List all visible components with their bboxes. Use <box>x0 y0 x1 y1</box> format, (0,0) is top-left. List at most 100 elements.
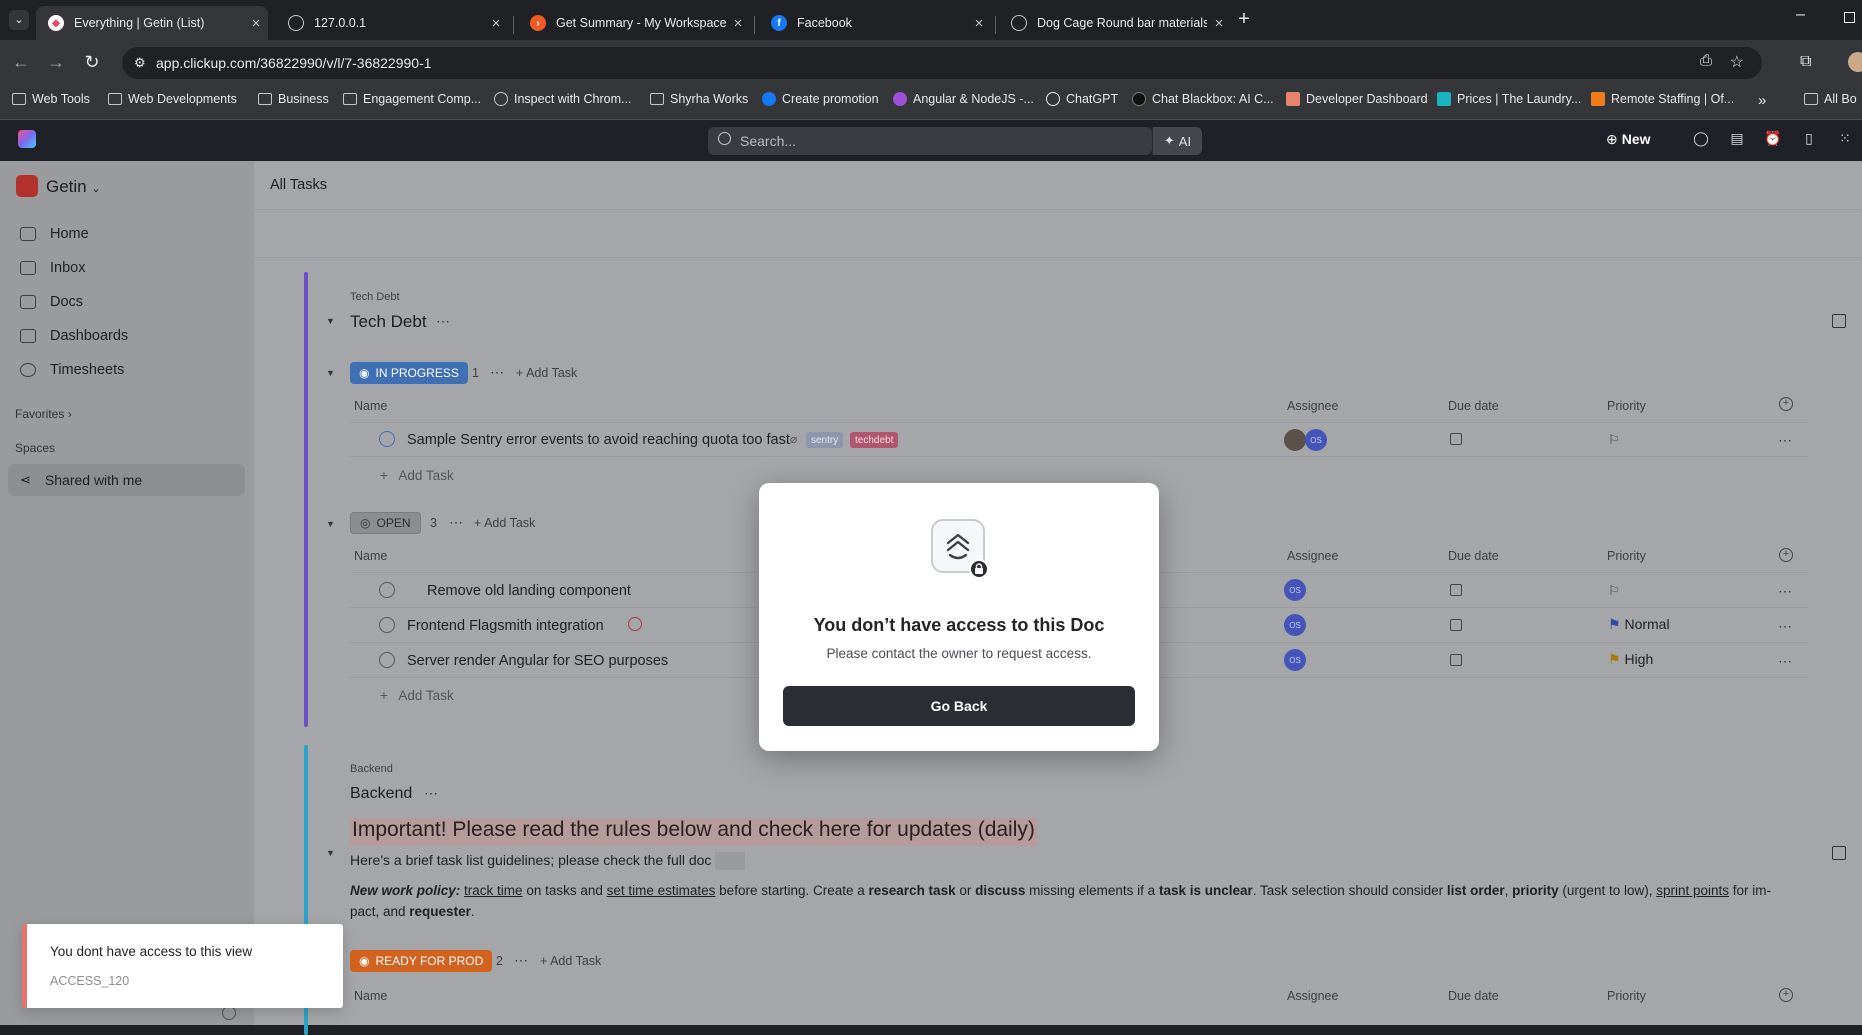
task-name[interactable]: Sample Sentry error events to avoid reac… <box>407 432 790 448</box>
add-task-button[interactable]: + Add Task <box>516 366 577 380</box>
forward-arrow-icon[interactable]: → <box>42 52 70 73</box>
bookmark-star-icon[interactable]: ☆ <box>1730 52 1744 72</box>
restore-window-icon[interactable] <box>1844 12 1855 23</box>
workspace-name[interactable]: Getin ⌄ <box>46 177 101 197</box>
sidebar-item-timesheets[interactable]: Timesheets <box>20 362 124 378</box>
bookmark-link[interactable]: Inspect with Chrom... <box>494 92 631 106</box>
bookmark-link[interactable]: Chat Blackbox: AI C... <box>1132 92 1274 106</box>
priority-normal[interactable]: ⚑ Normal <box>1608 616 1670 633</box>
column-assignee[interactable]: Assignee <box>1287 989 1338 1003</box>
notepad-icon[interactable]: ▤ <box>1728 130 1746 148</box>
task-name[interactable]: Frontend Flagsmith integration <box>407 618 604 634</box>
bookmark-link[interactable]: Remote Staffing | Of... <box>1591 92 1734 106</box>
task-status-icon[interactable] <box>379 652 395 668</box>
doc-link-chip[interactable] <box>715 852 746 871</box>
sidebar-item-shared[interactable]: ⋖ Shared with me <box>8 464 245 496</box>
task-status-icon[interactable] <box>379 582 395 598</box>
task-name[interactable]: Remove old landing component <box>427 583 631 599</box>
task-status-icon[interactable] <box>379 617 395 633</box>
calendar-icon[interactable] <box>1450 619 1462 631</box>
link[interactable]: sprint points <box>1656 883 1729 898</box>
address-bar[interactable]: ⚙ app.clickup.com/36822990/v/l/7-3682299… <box>122 47 1762 79</box>
bookmark-folder[interactable]: All Bo <box>1804 92 1857 106</box>
sidebar-item-inbox[interactable]: Inbox <box>20 260 85 276</box>
browser-tab[interactable]: ◆ Everything | Getin (List) × <box>36 6 268 40</box>
list-title[interactable]: Tech Debt <box>350 312 427 332</box>
bookmark-link[interactable]: Angular & NodeJS -... <box>893 92 1034 106</box>
column-due-date[interactable]: Due date <box>1448 399 1499 413</box>
search-input[interactable]: Search... <box>708 127 1152 155</box>
collapse-arrow-icon[interactable]: ▼ <box>326 519 335 529</box>
extensions-icon[interactable]: ⧉ <box>1800 53 1811 71</box>
list-menu-icon[interactable]: ⋯ <box>436 313 451 330</box>
add-task-button[interactable]: + Add Task <box>474 516 535 530</box>
group-menu-icon[interactable]: ⋯ <box>490 364 505 381</box>
document-icon[interactable]: ▯ <box>1800 130 1818 148</box>
close-tab-icon[interactable]: × <box>244 15 268 32</box>
flag-icon[interactable]: ⚐ <box>1608 583 1620 599</box>
alarm-clock-icon[interactable]: ⏰ <box>1764 130 1782 148</box>
column-due-date[interactable]: Due date <box>1448 549 1499 563</box>
close-tab-icon[interactable]: × <box>1207 15 1231 32</box>
column-name[interactable]: Name <box>354 989 387 1003</box>
bookmark-folder[interactable]: Shyrha Works <box>650 92 748 106</box>
add-task-row[interactable]: + Add Task <box>380 688 454 703</box>
task-menu-icon[interactable]: ⋯ <box>1778 653 1793 670</box>
task-menu-icon[interactable]: ⋯ <box>1778 432 1793 449</box>
clickup-logo-icon[interactable] <box>18 130 36 148</box>
column-due-date[interactable]: Due date <box>1448 989 1499 1003</box>
add-task-row[interactable]: + Add Task <box>380 468 454 483</box>
help-icon[interactable] <box>222 1006 236 1020</box>
task-menu-icon[interactable]: ⋯ <box>1778 618 1793 635</box>
status-badge-ready-for-prod[interactable]: ◉ READY FOR PROD <box>350 950 493 972</box>
apps-grid-icon[interactable]: ⁙ <box>1836 130 1854 148</box>
browser-tab[interactable]: f Facebook × <box>759 6 991 40</box>
list-menu-icon[interactable]: ⋯ <box>424 785 439 802</box>
sidebar-item-dashboards[interactable]: Dashboards <box>20 328 128 344</box>
task-name[interactable]: Server render Angular for SEO purposes <box>407 653 668 669</box>
calendar-icon[interactable] <box>1450 654 1462 666</box>
link[interactable]: track time <box>464 883 523 898</box>
task-status-icon[interactable] <box>379 431 395 447</box>
close-tab-icon[interactable]: × <box>726 15 750 32</box>
sidebar-item-home[interactable]: Home <box>20 226 89 242</box>
column-priority[interactable]: Priority <box>1607 399 1646 413</box>
column-name[interactable]: Name <box>354 399 387 413</box>
status-badge-in-progress[interactable]: ◉ IN PROGRESS <box>350 362 468 384</box>
add-column-icon[interactable]: + <box>1779 988 1793 1002</box>
column-name[interactable]: Name <box>354 549 387 563</box>
add-task-button[interactable]: + Add Task <box>540 954 601 968</box>
bookmark-link[interactable]: Create promotion <box>762 92 879 106</box>
avatar[interactable]: OS <box>1305 429 1327 451</box>
calendar-icon[interactable] <box>1450 584 1462 596</box>
site-settings-icon[interactable]: ⚙ <box>134 55 146 71</box>
workspace-avatar[interactable] <box>16 175 38 197</box>
browser-tab[interactable]: › Get Summary - My Workspace × <box>518 6 750 40</box>
tag-techdebt[interactable]: techdebt <box>850 432 899 448</box>
group-menu-icon[interactable]: ⋯ <box>449 514 464 531</box>
avatar[interactable] <box>1284 429 1306 451</box>
bookmark-folder[interactable]: Engagement Comp... <box>343 92 481 106</box>
ai-button[interactable]: ✦ AI <box>1152 127 1202 155</box>
column-priority[interactable]: Priority <box>1607 989 1646 1003</box>
collapse-arrow-icon[interactable]: ▼ <box>326 368 335 378</box>
new-tab-icon[interactable]: + <box>1232 8 1256 31</box>
install-app-icon[interactable]: ⎙ <box>1700 52 1712 69</box>
avatar[interactable]: OS <box>1284 649 1306 671</box>
checkmark-circle-icon[interactable]: ◯ <box>1692 130 1710 148</box>
collapse-panel-icon[interactable] <box>1832 314 1846 328</box>
minimize-window-icon[interactable]: – <box>1796 6 1805 24</box>
collapse-arrow-icon[interactable]: ▼ <box>326 316 335 326</box>
calendar-icon[interactable] <box>1450 433 1462 445</box>
back-arrow-icon[interactable]: ← <box>7 52 35 73</box>
favorites-header[interactable]: Favorites › <box>15 407 72 421</box>
close-tab-icon[interactable]: × <box>484 15 508 32</box>
bookmark-link[interactable]: Developer Dashboard <box>1286 92 1428 106</box>
go-back-button[interactable]: Go Back <box>783 686 1135 726</box>
list-title[interactable]: Backend <box>350 785 412 803</box>
avatar[interactable]: OS <box>1284 614 1306 636</box>
bookmark-link[interactable]: ChatGPT <box>1046 92 1118 106</box>
column-priority[interactable]: Priority <box>1607 549 1646 563</box>
browser-tab[interactable]: 127.0.0.1 × <box>276 6 508 40</box>
avatar[interactable]: OS <box>1284 579 1306 601</box>
